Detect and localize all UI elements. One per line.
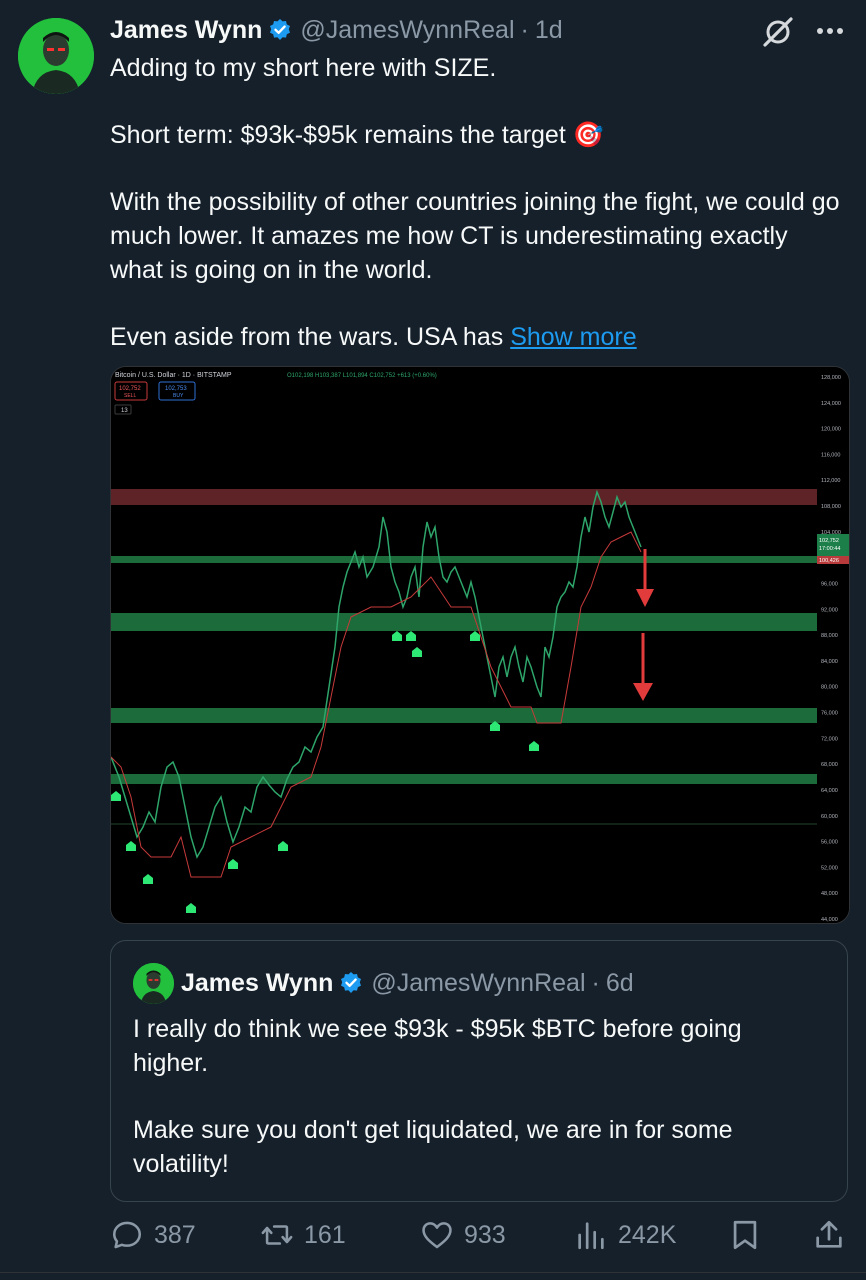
more-options-icon[interactable] [812,18,848,44]
quoted-tweet-text: I really do think we see $93k - $95k $BT… [133,1012,813,1181]
bookmark-icon [733,1220,757,1250]
y-tick-label: 80,000 [821,685,838,691]
y-tick-label: 68,000 [821,762,838,768]
y-tick-label: 116,000 [821,452,840,458]
y-tick-label: 64,000 [821,788,838,794]
views-count: 242K [618,1220,677,1249]
buy-price[interactable]: 102,753 [165,386,187,392]
y-tick-label: 124,000 [821,401,841,407]
y-tick-label: 44,000 [821,917,838,923]
reply-count: 387 [154,1220,196,1249]
tweet-header: James Wynn @JamesWynnReal · 1d [110,14,563,46]
buy-label[interactable]: BUY [173,393,184,399]
chart-title: Bitcoin / U.S. Dollar · 1D · BITSTAMP [115,372,232,379]
verified-badge-icon [341,972,362,993]
indicator-count[interactable]: 13 [121,408,128,414]
current-price-label: 102,752 [819,538,839,544]
like-count: 933 [464,1220,506,1249]
avatar-image [18,18,94,94]
sell-label[interactable]: SELL [124,393,136,399]
divider [0,1272,866,1273]
like-button[interactable]: 933 [420,1212,506,1258]
quoted-tweet-time: 6d [605,968,634,997]
share-icon [816,1220,842,1248]
sell-price[interactable]: 102,752 [119,386,141,392]
repost-icon [261,1225,293,1245]
tweet-line: With the possibility of other countries … [110,188,840,284]
separator-dot: · [591,968,600,997]
quoted-author-name: James Wynn [181,968,334,997]
y-tick-label: 108,000 [821,504,841,510]
support-zone-4 [111,774,817,784]
author-name[interactable]: James Wynn [110,16,262,45]
views-chart-icon [578,1222,604,1250]
separator-dot: · [520,15,529,44]
tweet-text: Adding to my short here with SIZE. Short… [110,51,840,354]
grok-icon[interactable] [760,14,796,50]
resistance-zone [111,489,817,505]
y-tick-label: 120,000 [821,427,841,433]
quoted-line: Make sure you don't get liquidated, we a… [133,1116,733,1178]
heart-icon [422,1222,452,1249]
chart-image[interactable]: Bitcoin / U.S. Dollar · 1D · BITSTAMP O1… [110,366,850,924]
tweet-line: Short term: $93k-$95k remains the target… [110,121,604,149]
tweet-actions: 387 161 933 242K [110,1212,850,1258]
y-tick-label: 96,000 [821,581,838,587]
support-zone-1 [111,556,817,563]
author-handle[interactable]: @JamesWynnReal [300,16,514,45]
author-avatar[interactable] [18,18,94,94]
show-more-link[interactable]: Show more [510,323,636,351]
support-zone-2 [111,613,817,631]
y-tick-label: 84,000 [821,659,838,665]
verified-badge-icon [270,19,291,40]
quoted-tweet-header: James Wynn @JamesWynnReal · 6d [181,966,634,1000]
reply-button[interactable]: 387 [110,1212,196,1258]
quoted-author-avatar [133,963,174,1004]
tweet-line: Even aside from the wars. USA has [110,323,504,351]
views-button[interactable]: 242K [574,1212,676,1258]
candle-timer-label: 17:00:44 [819,546,840,552]
reply-icon [112,1221,142,1249]
chart-ohlc: O102,198 H103,387 L101,894 C102,752 +613… [287,373,437,379]
y-tick-label: 52,000 [821,865,838,871]
tweet-time[interactable]: 1d [535,16,563,45]
bookmark-button[interactable] [728,1212,762,1258]
repost-button[interactable]: 161 [260,1212,346,1258]
stop-price-label: 100,426 [819,558,839,564]
repost-count: 161 [304,1220,346,1249]
support-zone-3 [111,708,817,723]
y-tick-label: 128,000 [821,375,841,381]
y-tick-label: 112,000 [821,478,840,484]
y-tick-label: 56,000 [821,840,838,846]
share-button[interactable] [812,1212,846,1258]
price-chart: Bitcoin / U.S. Dollar · 1D · BITSTAMP O1… [111,367,849,923]
y-tick-label: 60,000 [821,814,838,820]
quoted-author-handle: @JamesWynnReal [371,968,586,997]
y-tick-label: 88,000 [821,633,838,639]
quoted-line: I really do think we see $93k - $95k $BT… [133,1015,742,1077]
y-tick-label: 76,000 [821,711,838,717]
y-tick-label: 48,000 [821,891,838,897]
tweet-line-last: Even aside from the wars. USA has Show m… [110,320,840,354]
y-tick-label: 92,000 [821,607,838,613]
y-tick-label: 72,000 [821,736,838,742]
quoted-avatar-image [133,963,174,1004]
tweet-line: Adding to my short here with SIZE. [110,54,497,82]
